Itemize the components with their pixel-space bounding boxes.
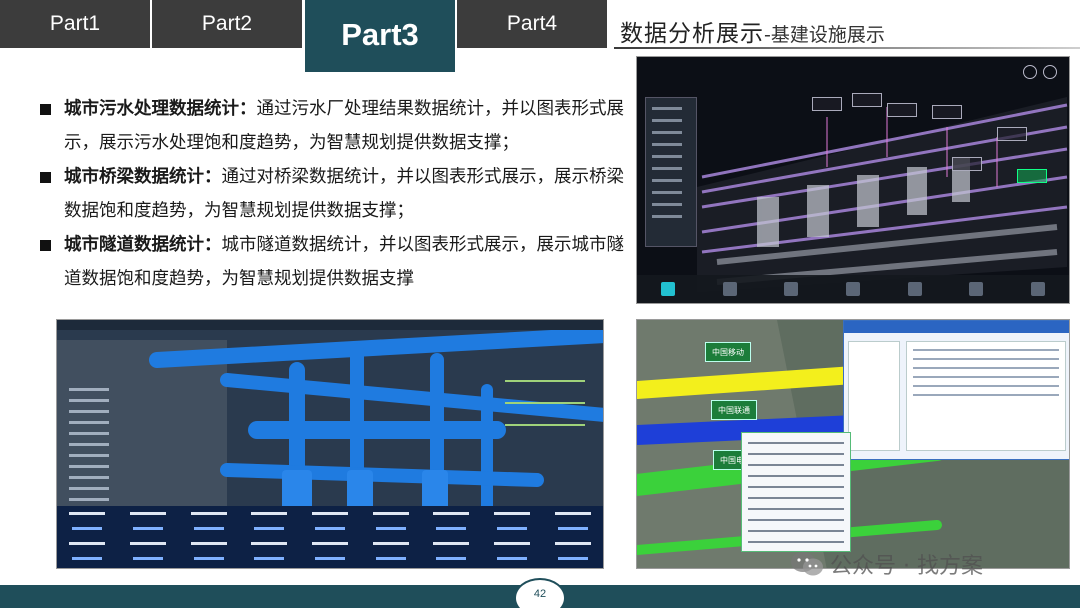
section-tab-bar: Part1 Part2 Part3 Part4 bbox=[0, 0, 610, 72]
watermark: 公众号 · 找方案 bbox=[790, 548, 983, 580]
tunnel-dock-bar bbox=[637, 275, 1069, 303]
square-bullet-icon bbox=[40, 172, 51, 183]
tunnel-sign: 中国联通 bbox=[711, 400, 757, 420]
security-icon[interactable] bbox=[845, 282, 860, 296]
bullet-item: 城市隧道数据统计：城市隧道数据统计，并以图表形式展示，展示城市隧道数据饱和度趋势… bbox=[38, 228, 628, 296]
tab-part1[interactable]: Part1 bbox=[0, 0, 150, 48]
slide-title-main: 数据分析展示 bbox=[620, 21, 764, 47]
wechat-icon bbox=[791, 552, 823, 576]
temperature-legend bbox=[505, 360, 585, 446]
slide-title-sub: -基建设施展示 bbox=[764, 24, 885, 46]
pump-room-screenshot bbox=[56, 319, 604, 569]
tab-label: Part4 bbox=[506, 12, 558, 35]
bullet-heading: 城市桥梁数据统计： bbox=[64, 167, 222, 187]
settings-icon[interactable] bbox=[1023, 65, 1037, 79]
tab-part4[interactable]: Part4 bbox=[457, 0, 607, 48]
page-number-badge: 42 bbox=[514, 578, 566, 608]
alarm-icon[interactable] bbox=[784, 282, 799, 296]
device-label[interactable] bbox=[997, 127, 1027, 141]
pump-status-table bbox=[57, 506, 603, 568]
device-label[interactable] bbox=[852, 93, 882, 107]
device-label[interactable] bbox=[812, 97, 842, 111]
overview-icon[interactable] bbox=[660, 282, 675, 296]
title-underline bbox=[614, 47, 1080, 49]
cable-info-popup[interactable] bbox=[741, 432, 851, 552]
device-label[interactable] bbox=[932, 105, 962, 119]
tunnel-sidebar-panel[interactable] bbox=[645, 97, 697, 247]
pump-room-topbar bbox=[57, 320, 603, 330]
square-bullet-icon bbox=[40, 240, 51, 251]
inspection-icon[interactable] bbox=[907, 282, 922, 296]
tab-part3[interactable]: Part3 bbox=[305, 0, 455, 72]
page-number: 42 bbox=[533, 588, 547, 600]
tab-label: Part3 bbox=[341, 17, 419, 52]
bullet-item: 城市污水处理数据统计：通过污水厂处理结果数据统计，并以图表形式展示，展示污水处理… bbox=[38, 92, 628, 160]
device-label[interactable] bbox=[952, 157, 982, 171]
bim-tunnel-screenshot bbox=[636, 56, 1070, 304]
tunnel-sign: 中国移动 bbox=[705, 342, 751, 362]
close-icon[interactable] bbox=[1043, 65, 1057, 79]
device-label-selected[interactable] bbox=[1017, 169, 1047, 183]
window-titlebar[interactable] bbox=[844, 321, 1069, 333]
tab-part2[interactable]: Part2 bbox=[152, 0, 302, 48]
system-menu[interactable] bbox=[69, 380, 147, 509]
tab-label: Part2 bbox=[201, 12, 253, 35]
bullet-list: 城市污水处理数据统计：通过污水厂处理结果数据统计，并以图表形式展示，展示污水处理… bbox=[38, 92, 628, 296]
device-label[interactable] bbox=[887, 103, 917, 117]
management-system-window[interactable] bbox=[843, 320, 1069, 460]
statistics-icon[interactable] bbox=[1031, 282, 1046, 296]
cable-tunnel-screenshot: 中国移动 中国联通 中国电信 bbox=[636, 319, 1070, 569]
device-tree[interactable] bbox=[848, 341, 900, 451]
slide-title: 数据分析展示-基建设施展示 bbox=[620, 14, 885, 48]
bullet-heading: 城市污水处理数据统计： bbox=[64, 99, 257, 119]
bullet-item: 城市桥梁数据统计：通过对桥梁数据统计，并以图表形式展示，展示桥梁数据饱和度趋势，… bbox=[38, 160, 628, 228]
monitor-icon[interactable] bbox=[722, 282, 737, 296]
display-icon[interactable] bbox=[969, 282, 984, 296]
device-list[interactable] bbox=[906, 341, 1066, 451]
watermark-text: 公众号 · 找方案 bbox=[830, 554, 983, 579]
tab-label: Part1 bbox=[49, 12, 101, 35]
square-bullet-icon bbox=[40, 104, 51, 115]
bullet-heading: 城市隧道数据统计： bbox=[64, 235, 222, 255]
